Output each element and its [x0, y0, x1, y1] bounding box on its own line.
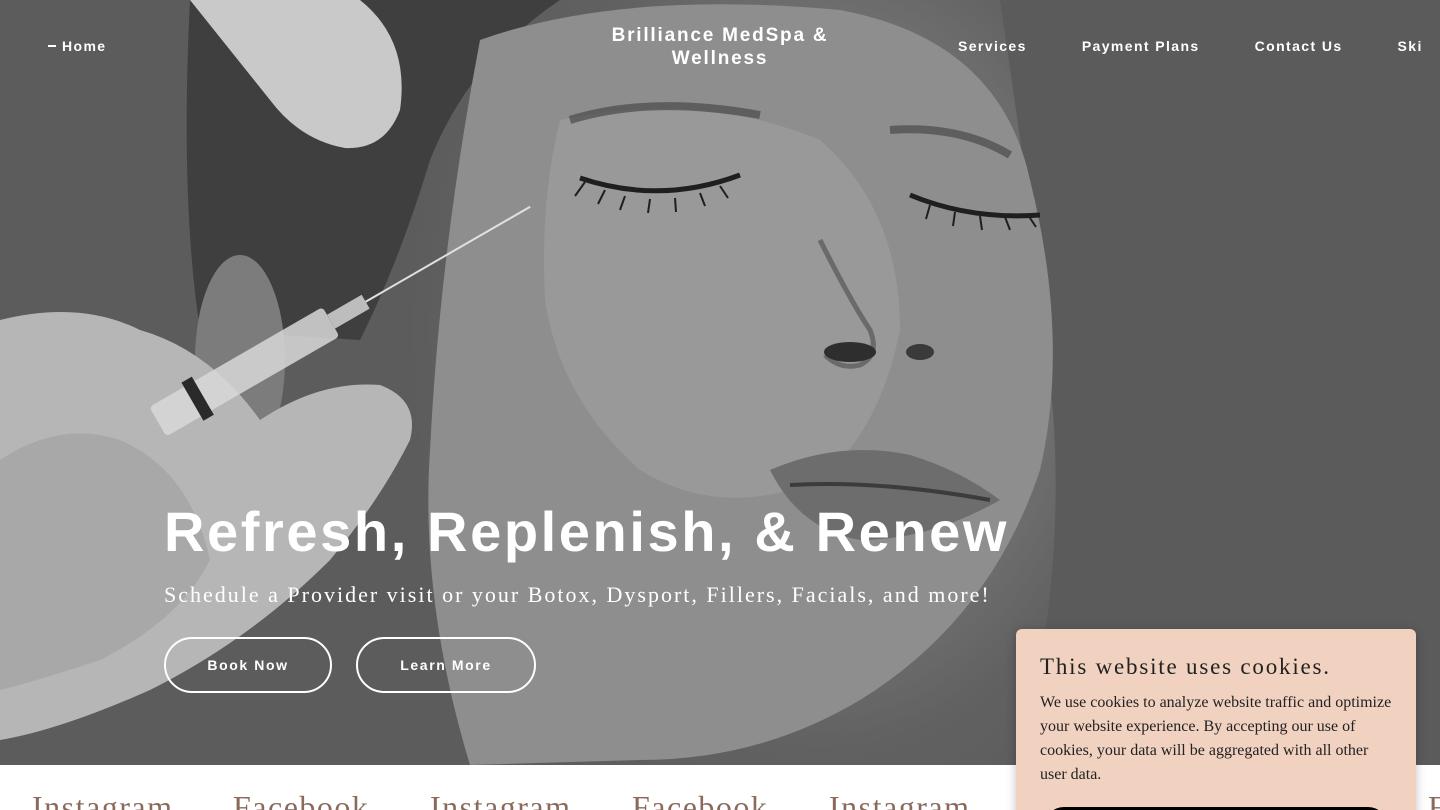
nav-payment-plans-link[interactable]: Payment Plans	[1082, 38, 1200, 54]
cookie-banner: This website uses cookies. We use cookie…	[1016, 629, 1416, 810]
social-link-facebook[interactable]: Facebook	[632, 789, 768, 810]
hero-headline: Refresh, Replenish, & Renew	[164, 500, 1010, 563]
active-indicator-icon	[48, 45, 56, 47]
social-link-facebook[interactable]: Facebook	[233, 789, 369, 810]
learn-more-button[interactable]: Learn More	[356, 637, 536, 693]
nav-services-link[interactable]: Services	[958, 38, 1027, 54]
social-link-instagram[interactable]: Instagram	[32, 789, 173, 810]
nav-home-label: Home	[62, 38, 107, 54]
social-link-instagram[interactable]: Instagram	[829, 789, 970, 810]
hero-subline: Schedule a Provider visit or your Botox,…	[164, 582, 991, 607]
nav-contact-us-link[interactable]: Contact Us	[1255, 38, 1343, 54]
nav-home-link[interactable]: Home	[48, 38, 107, 54]
main-nav: Services Payment Plans Contact Us Ski	[958, 38, 1423, 54]
brand-line-2: Wellness	[671, 48, 769, 69]
book-now-button[interactable]: Book Now	[164, 637, 332, 693]
brand-title[interactable]: Brilliance MedSpa & Wellness	[560, 24, 880, 70]
cookie-body: We use cookies to analyze website traffi…	[1040, 694, 1392, 783]
nav-skin-link[interactable]: Ski	[1398, 38, 1423, 54]
social-link-instagram[interactable]: Instagram	[430, 789, 571, 810]
social-link-partial[interactable]: F	[1428, 789, 1440, 810]
cookie-title: This website uses cookies.	[1040, 654, 1331, 679]
brand-line-1: Brilliance MedSpa &	[611, 25, 829, 46]
